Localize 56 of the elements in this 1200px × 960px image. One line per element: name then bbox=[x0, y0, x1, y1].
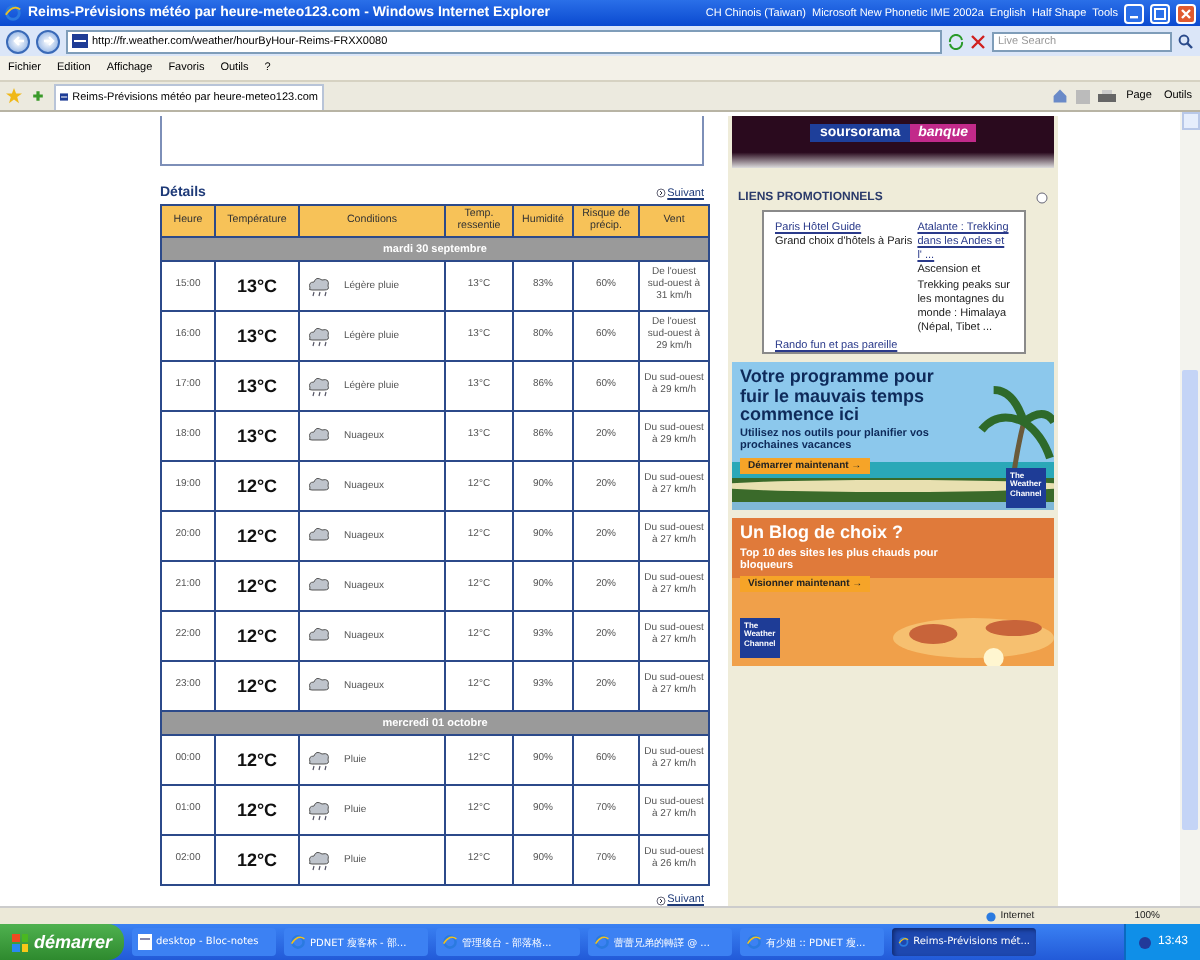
table-cell: 13°C bbox=[215, 411, 299, 461]
forward-button[interactable] bbox=[36, 29, 60, 53]
cloud-icon bbox=[306, 425, 332, 447]
ad-headline: Votre programme pour fuir le mauvais temps commence ici bbox=[740, 368, 936, 425]
table-cell: 12°C bbox=[215, 735, 299, 785]
help-icon[interactable] bbox=[1036, 192, 1048, 204]
table-cell: 13°C bbox=[215, 311, 299, 361]
browser-logo-icon bbox=[746, 934, 762, 950]
home-icon[interactable] bbox=[1052, 88, 1069, 104]
table-cell: 12°C bbox=[215, 835, 299, 885]
rain-cloud-icon bbox=[306, 325, 332, 347]
rain-cloud-icon bbox=[306, 799, 332, 821]
back-arrow-icon bbox=[11, 34, 25, 48]
browser-logo-icon bbox=[594, 934, 610, 950]
scrollbar[interactable] bbox=[1180, 112, 1200, 906]
browser-logo-icon bbox=[4, 4, 22, 22]
ad-headline: Un Blog de choix ? bbox=[740, 524, 906, 544]
table-cell: 12°C bbox=[215, 611, 299, 661]
refresh-icon[interactable] bbox=[948, 33, 964, 49]
table-cell: 12°C bbox=[215, 461, 299, 511]
add-favorite-icon[interactable] bbox=[30, 88, 46, 104]
table-cell: 12°C bbox=[215, 561, 299, 611]
close-icon bbox=[1180, 7, 1192, 19]
forward-arrow-icon bbox=[41, 34, 55, 48]
cloud-icon bbox=[306, 475, 332, 497]
windows-logo-icon bbox=[12, 933, 28, 951]
search-icon[interactable] bbox=[1178, 33, 1194, 49]
browser-logo-icon bbox=[898, 934, 910, 950]
next-icon bbox=[655, 188, 666, 198]
site-icon bbox=[60, 90, 69, 104]
table-cell: 13°C bbox=[215, 361, 299, 411]
rain-cloud-icon bbox=[306, 375, 332, 397]
maximize-button[interactable] bbox=[1150, 3, 1170, 23]
cloud-icon bbox=[306, 625, 332, 647]
notepad-icon bbox=[138, 934, 152, 950]
table-cell: 12°C bbox=[215, 511, 299, 561]
rain-cloud-icon bbox=[306, 749, 332, 771]
globe-icon bbox=[986, 911, 997, 921]
cloud-icon bbox=[306, 675, 332, 697]
stop-icon[interactable] bbox=[970, 33, 986, 49]
rain-cloud-icon bbox=[306, 275, 332, 297]
printer-icon[interactable] bbox=[1098, 89, 1117, 103]
maximize-icon bbox=[1154, 7, 1166, 19]
site-icon bbox=[72, 34, 88, 48]
browser-logo-icon bbox=[290, 934, 306, 950]
cloud-icon bbox=[306, 525, 332, 547]
table-cell: 13°C bbox=[215, 261, 299, 311]
rain-cloud-icon bbox=[306, 849, 332, 871]
star-icon[interactable] bbox=[6, 88, 22, 104]
browser-logo-icon bbox=[442, 934, 458, 950]
cloud-icon bbox=[306, 575, 332, 597]
table-cell: 12°C bbox=[215, 785, 299, 835]
close-button[interactable] bbox=[1176, 3, 1196, 23]
back-button[interactable] bbox=[6, 29, 30, 53]
scroll-thumb[interactable] bbox=[1182, 370, 1198, 830]
minimize-button[interactable] bbox=[1124, 3, 1144, 23]
